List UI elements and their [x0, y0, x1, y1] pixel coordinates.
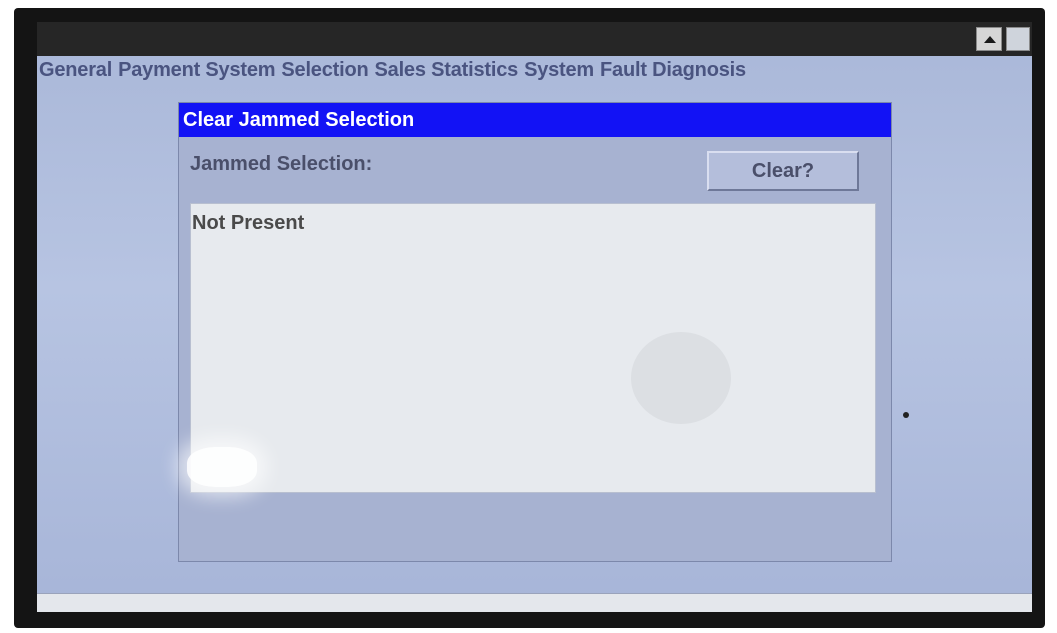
screen-smudge — [631, 332, 731, 424]
jammed-selection-label: Jammed Selection: — [190, 153, 373, 175]
screen-glare — [187, 447, 257, 487]
window-corner-box[interactable] — [1006, 27, 1030, 51]
menu-bar: General Payment System Selection Sales Stat… — [37, 56, 1032, 84]
jammed-selection-result-area: Not Present — [190, 203, 876, 493]
jammed-selection-result-text: Not Present — [192, 212, 305, 234]
triangle-up-icon — [984, 36, 996, 43]
menu-item-fault-diagnosis[interactable]: Fault Diagnosis — [600, 56, 746, 84]
screen: General Payment System Selection Sales Stat… — [37, 22, 1032, 612]
title-bar — [37, 22, 1032, 56]
menu-item-sales-statistics[interactable]: Sales Statistics — [375, 56, 519, 84]
clear-button[interactable]: Clear? — [707, 151, 859, 191]
dialog-title: Clear Jammed Selection — [179, 103, 891, 137]
menu-item-payment-system[interactable]: Payment System — [118, 56, 275, 84]
dialog-edge-dot — [903, 412, 909, 418]
device-bezel: General Payment System Selection Sales Stat… — [14, 8, 1045, 628]
menu-item-general[interactable]: General — [39, 56, 112, 84]
bottom-strip — [37, 593, 1032, 612]
menu-item-system[interactable]: System — [524, 56, 594, 84]
menu-item-selection[interactable]: Selection — [281, 56, 368, 84]
clear-jammed-dialog: Clear Jammed Selection Jammed Selection:… — [178, 102, 892, 562]
scroll-up-button[interactable] — [976, 27, 1002, 51]
